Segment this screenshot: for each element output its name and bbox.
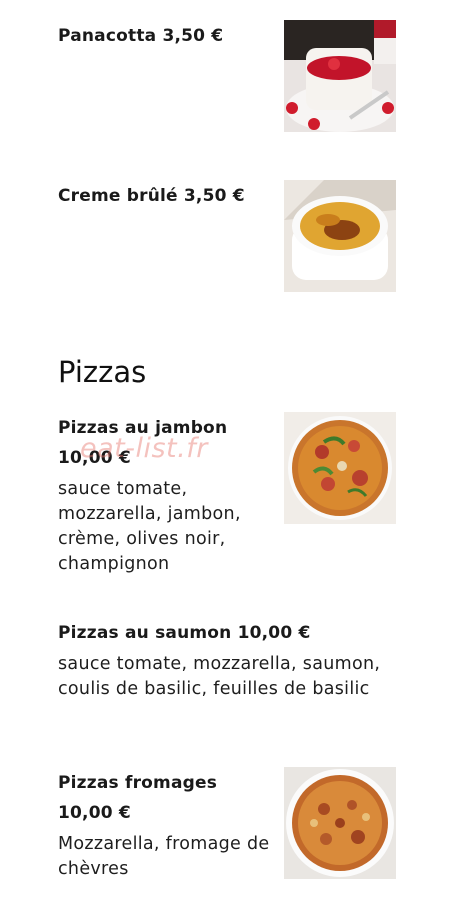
menu-item-pizza-fromages: Pizzas fromages 10,00 € Mozzarella, from… [58, 768, 273, 882]
watermark-text: eat-list.fr [80, 433, 208, 464]
item-title: Pizzas fromages [58, 773, 218, 793]
item-description: sauce tomate, mozzarella, jambon, crème,… [58, 479, 241, 574]
menu-item-pizza-saumon: Pizzas au saumon 10,00 € sauce tomate, m… [58, 618, 403, 702]
pizza-fromages-photo [284, 767, 396, 879]
creme-brulee-photo [284, 180, 396, 292]
menu-item-creme-brulee: Creme brûlé 3,50 € [58, 181, 278, 211]
item-title: Pizzas au saumon 10,00 € [58, 623, 311, 643]
item-title: Panacotta 3,50 € [58, 26, 224, 46]
item-title: Creme brûlé 3,50 € [58, 186, 245, 206]
panacotta-photo [284, 20, 396, 132]
pizza-jambon-photo [284, 412, 396, 524]
item-description: Mozzarella, fromage de chèvres [58, 834, 270, 879]
item-description: sauce tomate, mozzarella, saumon, coulis… [58, 654, 381, 699]
section-heading-pizzas: Pizzas [58, 355, 147, 389]
item-price: 10,00 € [58, 803, 131, 823]
menu-item-panacotta: Panacotta 3,50 € [58, 21, 278, 51]
